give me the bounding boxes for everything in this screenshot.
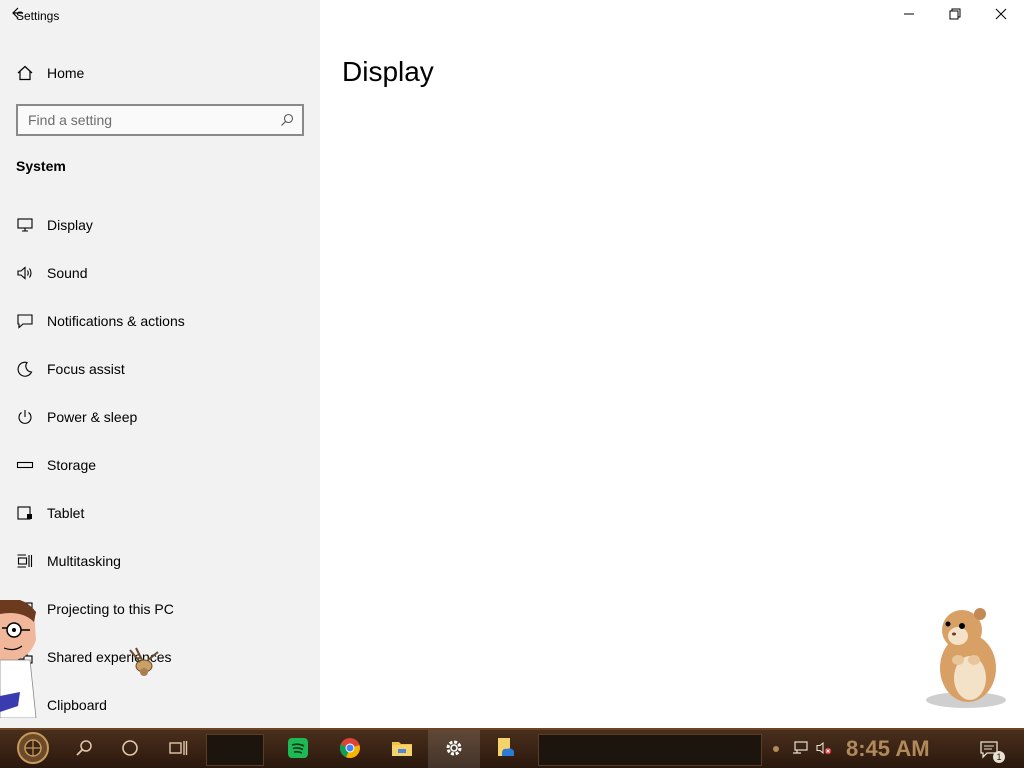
network-icon [791, 740, 809, 761]
moon-icon [16, 360, 34, 378]
sidebar-item-label: Clipboard [47, 697, 107, 713]
home-nav-item[interactable]: Home [16, 60, 84, 86]
search-input[interactable] [28, 112, 280, 128]
page-title: Display [342, 56, 434, 87]
speaker-icon [16, 264, 34, 282]
window-controls [886, 0, 1024, 32]
chevron-up-icon [771, 741, 781, 759]
taskbar-app-onedrive-folder[interactable] [480, 730, 532, 770]
multitasking-icon [16, 552, 34, 570]
sidebar-item-notifications[interactable]: Notifications & actions [0, 297, 320, 345]
close-icon [995, 7, 1007, 25]
taskbar: 8:45 AM 1 [0, 728, 1024, 770]
sidebar-item-storage[interactable]: Storage [0, 441, 320, 489]
sidebar: Settings Home System Display Sound [0, 0, 320, 728]
taskbar-app-chrome[interactable] [324, 730, 376, 770]
power-icon [16, 408, 34, 426]
desktop-character-man-icon [0, 598, 40, 719]
notification-icon [16, 312, 34, 330]
sidebar-item-tablet[interactable]: Tablet [0, 489, 320, 537]
sidebar-item-label: Focus assist [47, 361, 125, 377]
notification-count-badge: 1 [993, 751, 1005, 763]
notification-center-icon: 1 [979, 740, 1005, 763]
task-view-button[interactable] [156, 730, 200, 770]
sidebar-item-label: Projecting to this PC [47, 601, 174, 617]
taskbar-search-button[interactable] [62, 730, 106, 770]
window-title: Settings [16, 9, 60, 23]
search-icon[interactable] [280, 113, 294, 127]
sidebar-item-label: Multitasking [47, 553, 121, 569]
taskbar-app-file-explorer[interactable] [376, 730, 428, 770]
monitor-icon [16, 216, 34, 234]
restore-icon [949, 7, 961, 25]
taskbar-app-settings[interactable] [428, 730, 480, 770]
search-icon [75, 739, 93, 762]
sidebar-item-label: Power & sleep [47, 409, 138, 425]
taskbar-dock-right [538, 734, 762, 766]
sidebar-item-projecting[interactable]: Projecting to this PC [0, 585, 320, 633]
restore-button[interactable] [932, 0, 978, 32]
sidebar-item-sound[interactable]: Sound [0, 249, 320, 297]
desktop-character-hamster-icon [918, 600, 1008, 712]
sidebar-item-clipboard[interactable]: Clipboard [0, 681, 320, 729]
storage-icon [16, 456, 34, 474]
home-label: Home [47, 65, 85, 81]
settings-window: Settings Home System Display Sound [0, 0, 1024, 728]
taskbar-clock[interactable]: 8:45 AM [846, 736, 930, 762]
sidebar-item-label: Sound [47, 265, 88, 281]
sidebar-item-label: Tablet [47, 505, 85, 521]
cortana-icon [121, 739, 139, 762]
spotify-icon [286, 736, 310, 765]
taskbar-dock-left [206, 734, 264, 766]
volume-muted-icon [815, 740, 833, 761]
start-gear-icon [16, 731, 50, 770]
home-icon [16, 64, 34, 82]
section-title: System [16, 158, 66, 174]
sidebar-item-label: Display [47, 217, 93, 233]
task-view-icon [168, 739, 188, 762]
tray-network-button[interactable] [788, 730, 812, 770]
action-center-button[interactable]: 1 [970, 730, 1010, 770]
close-button[interactable] [978, 0, 1024, 32]
file-explorer-icon [390, 736, 414, 765]
tablet-icon [16, 504, 34, 522]
start-button[interactable] [8, 730, 58, 770]
system-tray [764, 730, 836, 770]
search-box[interactable] [16, 104, 304, 136]
tray-volume-button[interactable] [812, 730, 836, 770]
tray-overflow-button[interactable] [764, 730, 788, 770]
settings-gear-icon [443, 737, 465, 764]
cursor-bee-icon [126, 646, 162, 680]
taskbar-apps [272, 730, 532, 770]
chrome-icon [338, 736, 362, 765]
sidebar-item-multitasking[interactable]: Multitasking [0, 537, 320, 585]
sidebar-item-focus-assist[interactable]: Focus assist [0, 345, 320, 393]
minimize-icon [903, 7, 915, 25]
taskbar-app-spotify[interactable] [272, 730, 324, 770]
sidebar-item-label: Storage [47, 457, 97, 473]
cortana-button[interactable] [108, 730, 152, 770]
onedrive-folder-icon [494, 736, 518, 765]
sidebar-item-label: Notifications & actions [47, 313, 185, 329]
sidebar-item-display[interactable]: Display [0, 201, 320, 249]
minimize-button[interactable] [886, 0, 932, 32]
sidebar-item-power-sleep[interactable]: Power & sleep [0, 393, 320, 441]
